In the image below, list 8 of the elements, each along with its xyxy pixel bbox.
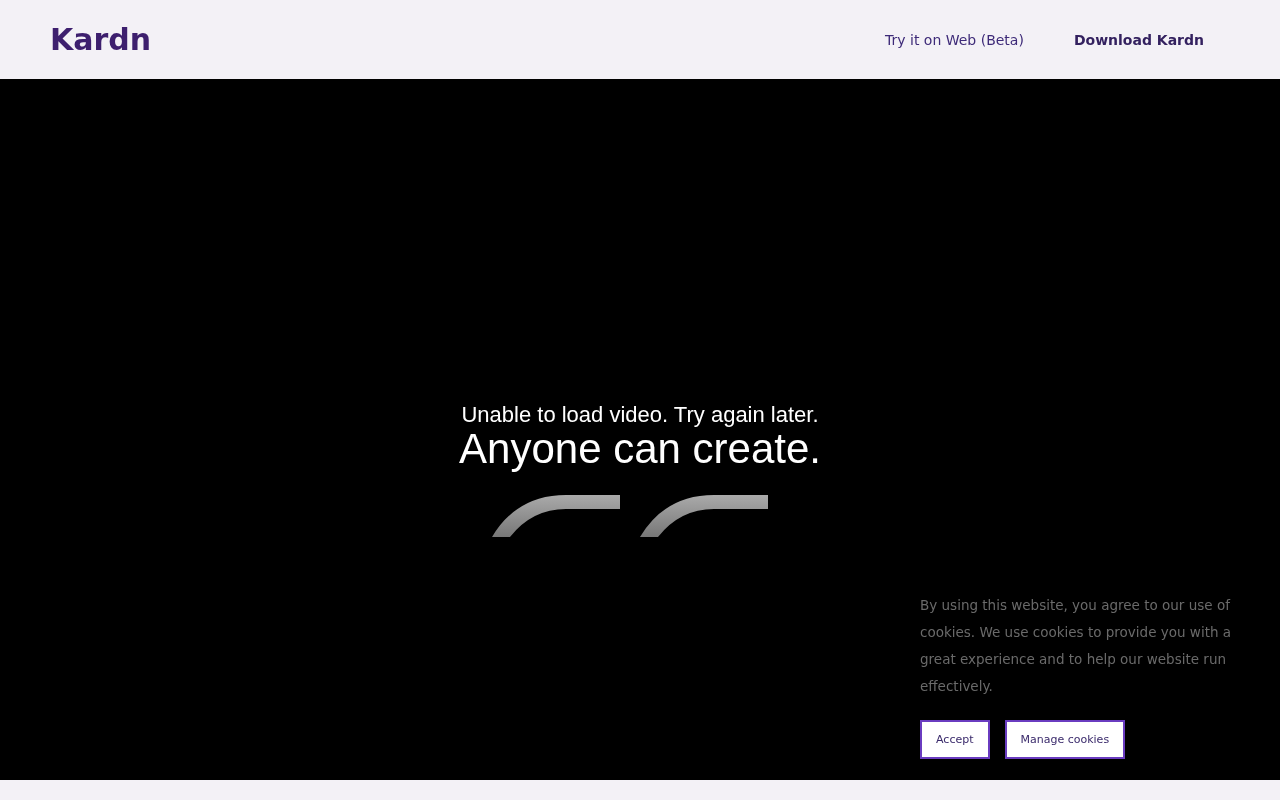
logo[interactable]: Kardn [50, 22, 152, 57]
nav-link[interactable]: Try it on Web (Beta) [885, 31, 1024, 48]
manage-cookies-button[interactable]: Manage cookies [1004, 720, 1126, 759]
video-error-message: Unable to load video. Try again later. [461, 402, 819, 427]
download-link[interactable]: Download Kardn [1073, 31, 1204, 48]
cookie-message: By using this website, you agree to our use of cookies. We use cookies to provide you with a great experience and to help our website run effectively. [920, 596, 1233, 696]
accept-button[interactable]: Accept [920, 720, 990, 759]
headline: Anyone can create. [459, 426, 821, 471]
